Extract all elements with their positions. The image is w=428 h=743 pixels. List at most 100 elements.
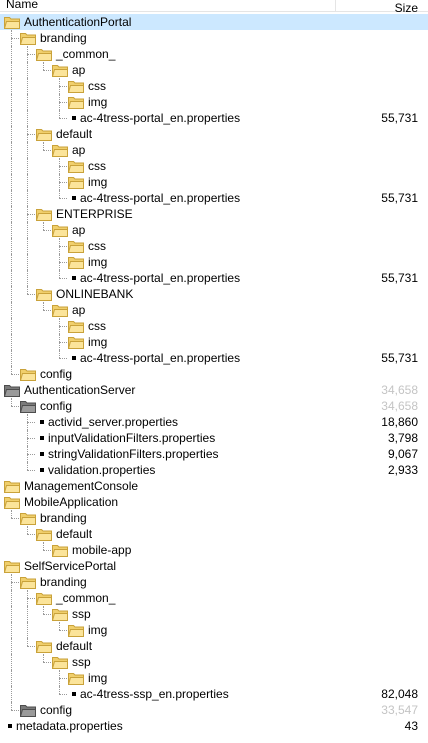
folder-row[interactable]: ssp	[0, 654, 428, 670]
folder-row[interactable]: default	[0, 638, 428, 654]
item-size: 55,731	[381, 191, 418, 205]
folder-row[interactable]: MobileApplication	[0, 494, 428, 510]
item-name: _common_	[56, 47, 116, 61]
folder-row[interactable]: img	[0, 622, 428, 638]
item-size: 3,798	[387, 431, 418, 445]
folder-icon	[35, 591, 52, 605]
item-name: ap	[72, 143, 86, 157]
file-row[interactable]: activid_server.properties 18,860	[0, 414, 428, 430]
item-size: 55,731	[381, 351, 418, 365]
item-name: ac-4tress-portal_en.properties	[80, 271, 241, 285]
folder-row[interactable]: AuthenticationPortal	[0, 14, 428, 30]
file-row[interactable]: ac-4tress-portal_en.properties 55,731	[0, 110, 428, 126]
folder-gray-icon	[19, 399, 36, 413]
file-icon	[40, 468, 44, 472]
item-name: css	[88, 159, 106, 173]
folder-row[interactable]: AuthenticationServer 34,658	[0, 382, 428, 398]
item-size: 2,933	[387, 463, 418, 477]
item-name: branding	[40, 575, 87, 589]
folder-row[interactable]: img	[0, 174, 428, 190]
folder-icon	[51, 607, 68, 621]
item-name: ac-4tress-portal_en.properties	[80, 191, 241, 205]
folder-row[interactable]: ManagementConsole	[0, 478, 428, 494]
folder-icon	[67, 159, 84, 173]
folder-gray-icon	[19, 703, 36, 717]
column-header: Name Size	[0, 0, 428, 15]
folder-row[interactable]: _common_	[0, 46, 428, 62]
file-row[interactable]: inputValidationFilters.properties 3,798	[0, 430, 428, 446]
folder-row[interactable]: css	[0, 238, 428, 254]
folder-row[interactable]: img	[0, 670, 428, 686]
folder-icon	[51, 543, 68, 557]
column-divider[interactable]	[335, 0, 336, 12]
folder-icon	[51, 143, 68, 157]
item-name: config	[40, 703, 73, 717]
item-size: 9,067	[387, 447, 418, 461]
item-name: SelfServicePortal	[24, 559, 117, 573]
file-row[interactable]: ac-4tress-portal_en.properties 55,731	[0, 270, 428, 286]
folder-row[interactable]: default	[0, 126, 428, 142]
folder-row[interactable]: default	[0, 526, 428, 542]
file-row[interactable]: ac-4tress-ssp_en.properties 82,048	[0, 686, 428, 702]
folder-row[interactable]: css	[0, 78, 428, 94]
folder-row[interactable]: config	[0, 366, 428, 382]
folder-row[interactable]: img	[0, 254, 428, 270]
folder-row[interactable]: branding	[0, 510, 428, 526]
folder-row[interactable]: SelfServicePortal	[0, 558, 428, 574]
folder-row[interactable]: mobile-app	[0, 542, 428, 558]
folder-row[interactable]: ap	[0, 62, 428, 78]
folder-icon	[35, 127, 52, 141]
item-name: default	[56, 639, 93, 653]
folder-row[interactable]: ap	[0, 302, 428, 318]
item-size: 33,547	[381, 703, 418, 717]
folder-icon	[3, 15, 20, 29]
item-name: metadata.properties	[16, 719, 123, 733]
folder-icon	[3, 479, 20, 493]
folder-row[interactable]: ENTERPRISE	[0, 206, 428, 222]
folder-icon	[35, 47, 52, 61]
folder-icon	[67, 79, 84, 93]
item-name: ssp	[72, 655, 91, 669]
file-row[interactable]: validation.properties 2,933	[0, 462, 428, 478]
item-name: validation.properties	[48, 463, 156, 477]
item-name: inputValidationFilters.properties	[48, 431, 216, 445]
item-name: img	[88, 95, 108, 109]
folder-icon	[19, 31, 36, 45]
folder-row[interactable]: ap	[0, 222, 428, 238]
folder-row[interactable]: ap	[0, 142, 428, 158]
folder-icon	[51, 223, 68, 237]
folder-icon	[67, 335, 84, 349]
folder-row[interactable]: img	[0, 94, 428, 110]
file-row[interactable]: stringValidationFilters.properties 9,067	[0, 446, 428, 462]
folder-row[interactable]: css	[0, 158, 428, 174]
folder-icon	[19, 575, 36, 589]
folder-row[interactable]: _common_	[0, 590, 428, 606]
folder-row[interactable]: config 33,547	[0, 702, 428, 718]
name-column-header[interactable]: Name	[6, 0, 38, 11]
item-size: 34,658	[381, 383, 418, 397]
file-row[interactable]: metadata.properties 43	[0, 718, 428, 734]
folder-row[interactable]: css	[0, 318, 428, 334]
file-row[interactable]: ac-4tress-portal_en.properties 55,731	[0, 190, 428, 206]
file-icon	[72, 276, 76, 280]
item-name: ac-4tress-portal_en.properties	[80, 351, 241, 365]
folder-row[interactable]: config 34,658	[0, 398, 428, 414]
folder-row[interactable]: ssp	[0, 606, 428, 622]
item-name: ac-4tress-ssp_en.properties	[80, 687, 229, 701]
folder-row[interactable]: img	[0, 334, 428, 350]
folder-row[interactable]: branding	[0, 574, 428, 590]
item-name: ap	[72, 63, 86, 77]
item-size: 43	[404, 719, 418, 733]
folder-icon	[51, 63, 68, 77]
folder-row[interactable]: branding	[0, 30, 428, 46]
file-row[interactable]: ac-4tress-portal_en.properties 55,731	[0, 350, 428, 366]
folder-icon	[35, 207, 52, 221]
item-size: 82,048	[381, 687, 418, 701]
folder-icon	[51, 303, 68, 317]
item-size: 34,658	[381, 399, 418, 413]
item-name: img	[88, 175, 108, 189]
item-name: _common_	[56, 591, 116, 605]
item-name: ENTERPRISE	[56, 207, 133, 221]
item-size: 55,731	[381, 111, 418, 125]
folder-row[interactable]: ONLINEBANK	[0, 286, 428, 302]
